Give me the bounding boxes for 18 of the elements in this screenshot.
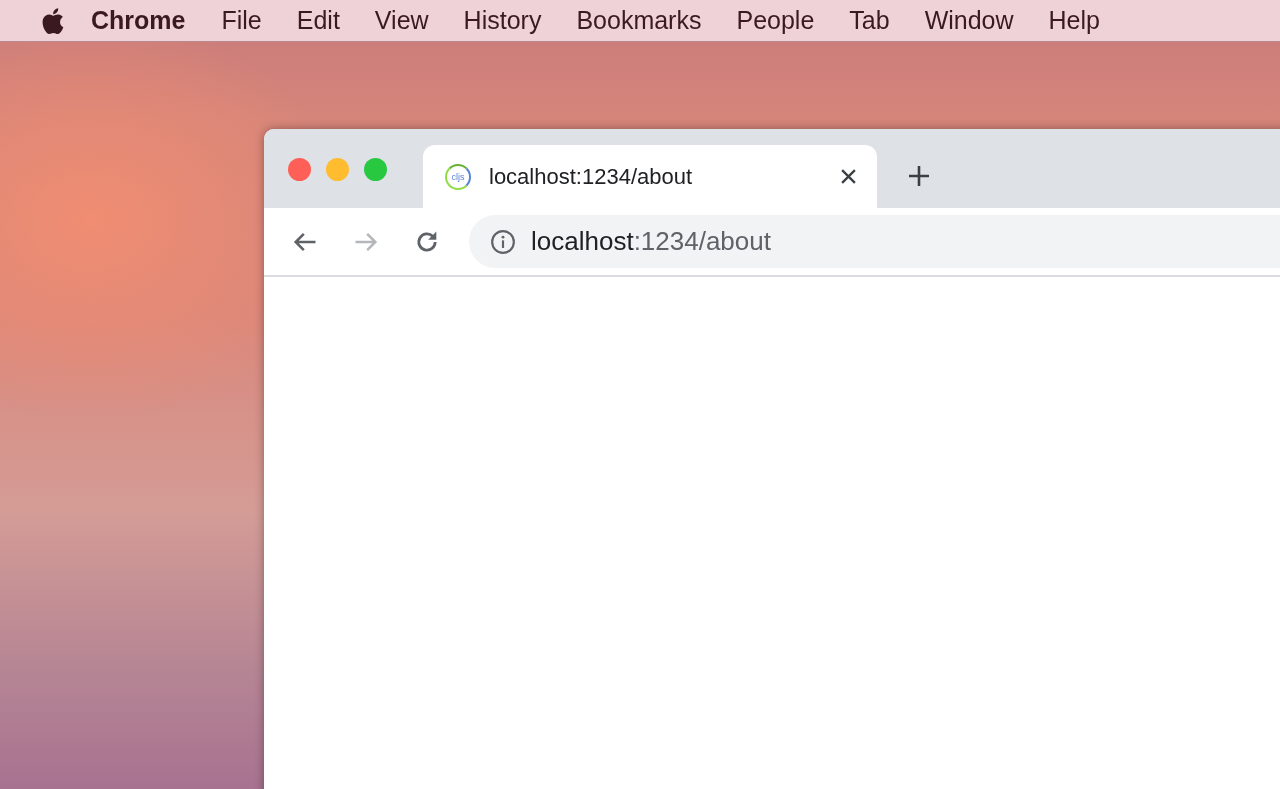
new-tab-icon[interactable]	[907, 164, 931, 188]
close-icon[interactable]	[840, 168, 857, 185]
browser-tab[interactable]: cljs localhost:1234/about	[423, 145, 877, 208]
menu-item[interactable]: People	[736, 6, 815, 35]
menu-item[interactable]: History	[463, 6, 542, 35]
favicon-icon: cljs	[445, 163, 471, 190]
menu-item[interactable]: Window	[924, 6, 1014, 35]
menu-app-name[interactable]: Chrome	[91, 6, 186, 35]
menu-item[interactable]: Tab	[849, 6, 890, 35]
address-bar[interactable]: localhost:1234/about	[469, 215, 1280, 268]
tab-title: localhost:1234/about	[489, 163, 694, 190]
url-text: localhost:1234/about	[531, 226, 771, 257]
menu-item[interactable]: Edit	[296, 6, 340, 35]
menu-item[interactable]: Bookmarks	[576, 6, 702, 35]
menu-item[interactable]: View	[374, 6, 429, 35]
menu-item[interactable]: File	[221, 6, 262, 35]
menu-item[interactable]: Help	[1048, 6, 1100, 35]
info-icon[interactable]	[490, 228, 516, 255]
